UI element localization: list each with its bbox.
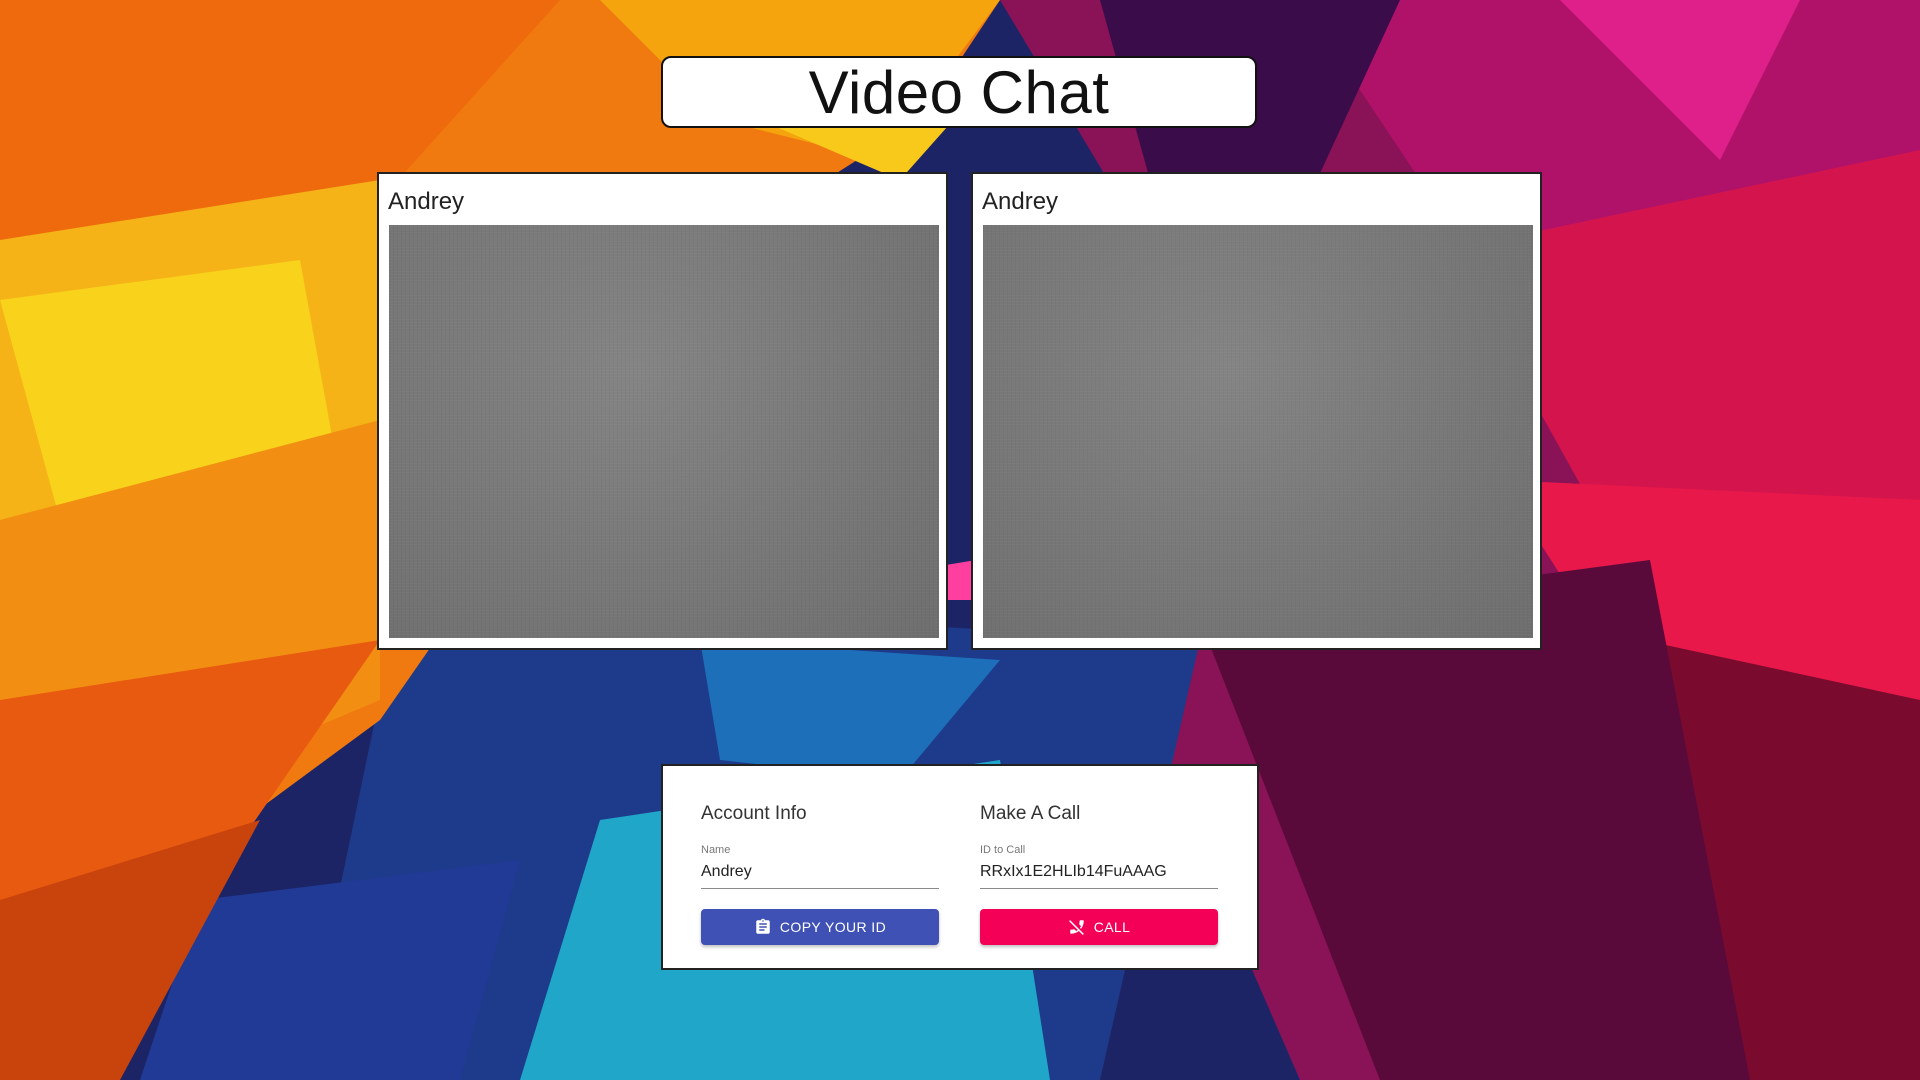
call-controls-panel: Account Info Name COPY YOUR ID Make A Ca… [661, 764, 1259, 970]
remote-video-name: Andrey [982, 188, 1059, 215]
video-noise [389, 225, 939, 638]
copy-id-button[interactable]: COPY YOUR ID [701, 909, 939, 945]
name-field-label: Name [701, 844, 731, 856]
account-info-section: Account Info Name COPY YOUR ID [701, 802, 939, 945]
make-call-heading: Make A Call [980, 803, 1081, 824]
app-title-box: Video Chat [661, 56, 1257, 128]
remote-video-card: Andrey [971, 172, 1542, 650]
name-field: Name [701, 844, 939, 889]
name-input[interactable] [701, 860, 939, 884]
local-video-card: Andrey [377, 172, 948, 650]
id-to-call-input[interactable] [980, 860, 1218, 884]
clipboard-icon [754, 918, 772, 936]
phone-disabled-icon [1068, 918, 1086, 936]
make-call-section: Make A Call ID to Call CALL [980, 802, 1218, 945]
remote-video-feed [983, 225, 1533, 638]
copy-id-button-label: COPY YOUR ID [779, 919, 887, 935]
local-video-feed [389, 225, 939, 638]
local-video-name: Andrey [388, 188, 465, 215]
account-info-heading: Account Info [701, 803, 807, 824]
id-to-call-field: ID to Call [980, 844, 1218, 889]
app-title: Video Chat [808, 58, 1110, 126]
call-button[interactable]: CALL [980, 909, 1218, 945]
call-button-label: CALL [1093, 919, 1131, 935]
video-noise [983, 225, 1533, 638]
id-to-call-label: ID to Call [980, 844, 1026, 856]
